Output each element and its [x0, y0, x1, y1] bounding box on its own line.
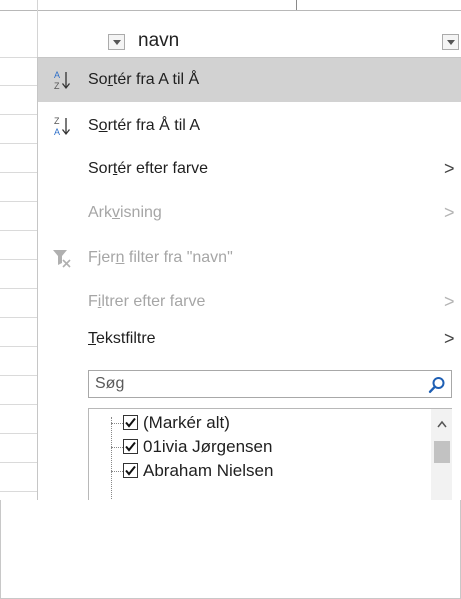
scroll-thumb[interactable] [434, 441, 450, 463]
list-item-label: Abraham Nielsen [143, 461, 274, 480]
header-cell-navn[interactable]: navn [38, 28, 461, 57]
chevron-right-icon: > [444, 291, 455, 312]
chevron-right-icon: > [444, 158, 455, 179]
search-icon[interactable] [427, 375, 447, 395]
menu-item-label: Sortér efter farve [88, 160, 209, 177]
list-item[interactable]: Abraham Nielsen [89, 459, 429, 483]
menu-item-sheet-view: Arkvisning > [38, 191, 461, 235]
column-divider [296, 0, 297, 10]
svg-text:A: A [54, 127, 60, 137]
menu-item-text-filters[interactable]: Tekstfiltre > [38, 317, 461, 361]
menu-item-label: Fjern filter fra "navn" [88, 249, 233, 266]
checkmark-icon [125, 441, 136, 452]
checkbox[interactable] [123, 439, 138, 454]
menu-item-clear-filter: Fjern filter fra "navn" [38, 236, 461, 280]
svg-text:Z: Z [54, 116, 60, 126]
next-filter-dropdown-button[interactable] [442, 34, 459, 50]
tree-branch [111, 471, 123, 472]
menu-item-label: Tekstfiltre [88, 330, 156, 347]
search-box[interactable] [88, 370, 452, 398]
clear-filter-icon [50, 246, 74, 270]
tree-branch [111, 447, 123, 448]
dropdown-arrow-icon [112, 39, 121, 45]
menu-item-sort-by-color[interactable]: Sortér efter farve > [38, 147, 461, 191]
autofilter-menu: A Z Sortér fra A til Å Z A Sortér fra Å … [37, 57, 461, 500]
filter-dropdown-button[interactable] [108, 34, 125, 50]
svg-text:Z: Z [54, 81, 60, 91]
sort-ascending-icon: A Z [50, 68, 74, 92]
list-scrollbar[interactable] [431, 409, 452, 500]
menu-item-label: Sortér fra A til Å [88, 71, 200, 88]
menu-item-label: Arkvisning [88, 204, 162, 221]
list-item-label: (Markér alt) [143, 413, 230, 432]
filter-value-list: (Markér alt) 01ivia Jørgensen Abraham Ni… [88, 408, 452, 500]
dropdown-arrow-icon [446, 39, 455, 45]
scroll-up-icon[interactable] [437, 417, 447, 431]
sort-descending-icon: Z A [50, 114, 74, 138]
list-item-label: 01ivia Jørgensen [143, 437, 273, 456]
header-top-border [0, 10, 461, 11]
checkmark-icon [125, 417, 136, 428]
menu-item-sort-descending[interactable]: Z A Sortér fra Å til A [38, 104, 461, 148]
menu-item-label: Filtrer efter farve [88, 293, 206, 310]
checkmark-icon [125, 465, 136, 476]
svg-text:A: A [54, 70, 60, 80]
checkbox[interactable] [123, 463, 138, 478]
search-input[interactable] [89, 371, 419, 397]
column-header-label: navn [138, 30, 180, 51]
menu-item-sort-ascending[interactable]: A Z Sortér fra A til Å [38, 58, 461, 102]
checkbox[interactable] [123, 415, 138, 430]
list-item[interactable]: 01ivia Jørgensen [89, 435, 429, 459]
chevron-right-icon: > [444, 328, 455, 349]
chevron-right-icon: > [444, 202, 455, 223]
menu-item-label: Sortér fra Å til A [88, 117, 201, 134]
list-item[interactable]: (Markér alt) [89, 411, 429, 435]
tree-branch [111, 423, 123, 424]
